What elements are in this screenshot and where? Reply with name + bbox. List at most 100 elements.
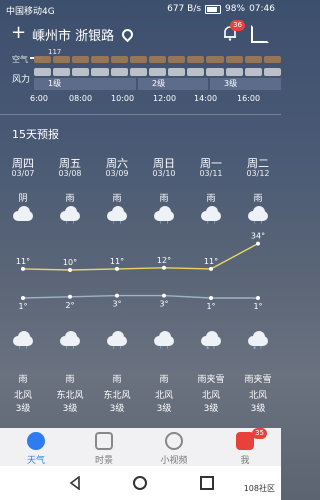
high-temp-line [22, 242, 259, 271]
clock: 07:46 [249, 4, 275, 14]
network-speed: 677 B/s [167, 4, 202, 14]
low-temp-line [22, 294, 258, 299]
tab-video-label: 小视频 [160, 456, 188, 466]
wind-direction-label: 东北风 [103, 391, 131, 401]
high-temp-label: 11° [16, 257, 30, 266]
sleet-icon [246, 330, 270, 346]
raindrops-icon: * ╵ [206, 345, 216, 353]
location-label: 嵊州市 浙银路 [32, 29, 115, 44]
low-temp-label: 1° [206, 302, 215, 311]
low-temp-label: 1° [18, 302, 27, 311]
high-temp-label: 12° [157, 256, 171, 265]
low-temp-point [209, 296, 213, 300]
forecast-day-column[interactable]: 周四 03/07 阴 [0, 155, 46, 229]
sleet-icon [199, 330, 223, 346]
location-title[interactable]: 嵊州市 浙银路 [32, 25, 136, 44]
forecast-day-column[interactable]: 周五 03/08 雨 ╵ ╵ [47, 155, 93, 229]
notification-badge: 36 [230, 20, 245, 31]
night-weather-label: 雨 [65, 375, 75, 385]
weekday-label: 周二 [247, 157, 269, 170]
date-label: 03/12 [246, 169, 270, 178]
day-weather-label: 雨 [65, 194, 75, 204]
status-right: 677 B/s 98% 07:46 [167, 4, 275, 14]
day-weather-label: 阴 [18, 194, 28, 204]
high-temp-point [209, 266, 213, 271]
weekday-label: 周四 [12, 157, 34, 170]
back-icon[interactable] [68, 476, 82, 490]
page-indicator [30, 44, 44, 59]
date-label: 03/08 [58, 169, 82, 178]
tab-scene-label: 时景 [94, 456, 113, 466]
wind-label: 风力 [12, 75, 31, 85]
high-temp-point [21, 266, 25, 271]
aq-bar [34, 56, 282, 63]
low-temp-point [68, 294, 72, 299]
forecast-day-column[interactable]: 周日 03/10 雨 ╵ ╵ [141, 155, 187, 229]
forecast-day-column[interactable]: 周六 03/09 雨 ╵ ╵ [94, 155, 140, 229]
weekday-label: 周一 [200, 157, 222, 170]
share-icon[interactable] [251, 25, 269, 43]
rain-icon [58, 330, 82, 346]
rain-icon [11, 330, 35, 346]
day-weather-label: 雨 [112, 194, 122, 204]
rain-icon [246, 205, 270, 221]
scene-tab-icon [95, 432, 113, 450]
tab-me[interactable]: 我 35 [217, 428, 273, 466]
wind-levels: 1级 2级 3级 [34, 78, 281, 90]
wind-level-2: 2级 [138, 78, 208, 90]
tab-weather-label: 天气 [26, 456, 45, 466]
night-weather-label: 雨夹雪 [197, 375, 225, 385]
aq-value: 117 [48, 48, 62, 56]
forecast-day-column[interactable]: 周一 03/11 雨 ╵ ╵ [188, 155, 234, 229]
time-label: 08:00 [69, 94, 93, 103]
overcast-icon [11, 205, 35, 221]
tab-video[interactable]: 小视频 [146, 432, 202, 466]
forecast-night-column: ╵ ╵ 雨北风 3级 [0, 330, 46, 414]
notification-button[interactable]: 36 [221, 20, 245, 42]
high-temp-label: 34° [251, 232, 265, 241]
night-weather-label: 雨夹雪 [244, 375, 272, 385]
weekday-label: 周日 [153, 157, 175, 170]
wind-direction-label: 北风 [154, 391, 173, 401]
status-bar: 中国移动4G 677 B/s 98% 07:46 [0, 0, 281, 20]
day-weather-label: 雨 [159, 194, 169, 204]
low-temp-label: 3° [112, 300, 121, 309]
forecast-day-column[interactable]: 周二 03/12 雨 ╵ ╵ [235, 155, 281, 229]
bottom-tab-bar: 天气 时景 小视频 我 35 [0, 428, 281, 466]
wind-level-label: 3级 [250, 404, 266, 414]
home-icon[interactable] [133, 476, 147, 490]
play-icon [165, 432, 183, 450]
raindrops-icon: ╵ ╵ [17, 345, 29, 353]
time-label: 16:00 [237, 94, 261, 103]
section-divider [0, 114, 281, 115]
rain-icon [105, 205, 129, 221]
time-axis: 6:00 08:00 10:00 12:00 14:00 16:00 [0, 94, 281, 106]
wind-direction-label: 东北风 [56, 391, 84, 401]
recents-icon[interactable] [200, 476, 214, 490]
low-temp-point [115, 293, 119, 298]
date-label: 03/10 [152, 169, 176, 178]
day-weather-label: 雨 [253, 194, 263, 204]
forecast-night-column: ╵ ╵ 雨北风 3级 [141, 330, 187, 414]
tab-me-label: 我 [240, 456, 250, 466]
night-weather-label: 雨 [18, 375, 28, 385]
high-temp-point [256, 241, 260, 246]
watermark-label: 108社区 [243, 484, 275, 493]
tab-scene[interactable]: 时景 [76, 432, 132, 466]
high-temp-label: 10° [63, 258, 77, 267]
wind-row: 风力 1级 2级 3级 [0, 68, 282, 92]
add-city-button[interactable]: + [11, 22, 26, 44]
high-temp-point [162, 265, 166, 270]
battery-level: 98% [225, 4, 246, 14]
weather-tab-icon [27, 432, 45, 450]
tab-weather[interactable]: 天气 [8, 432, 64, 466]
wind-level-3: 3级 [210, 78, 281, 90]
night-weather-label: 雨 [112, 375, 122, 385]
low-temp-label: 2° [65, 301, 74, 310]
high-temp-label: 11° [110, 257, 124, 266]
raindrops-icon: * ╵ [253, 345, 263, 353]
me-badge: 35 [252, 428, 267, 439]
forecast-night-column: * ╵ 雨夹雪 北风 3级 [188, 330, 234, 414]
date-label: 03/11 [199, 169, 223, 178]
date-label: 03/07 [11, 169, 35, 178]
